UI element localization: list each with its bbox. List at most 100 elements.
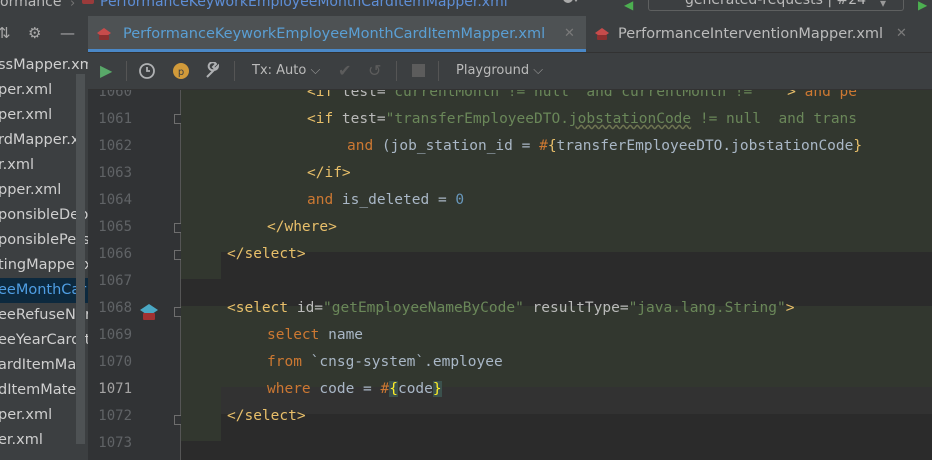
close-icon[interactable]: ✕ [564, 16, 575, 52]
top-navigation-bar: ormance › PerformanceKeyworkEmployeeMont… [0, 0, 932, 16]
stop-icon[interactable] [412, 64, 425, 77]
toolbar-separator [396, 61, 397, 81]
xml-attribute-value: != null and trans [691, 111, 858, 127]
project-tree-item[interactable]: ardItemMat [0, 353, 88, 378]
mapper-navigation-icon[interactable] [138, 302, 160, 322]
project-tree-item[interactable]: ponsiblePers [0, 228, 88, 253]
param-marker: # [380, 381, 390, 397]
param-expression: code [397, 381, 433, 397]
minimize-icon[interactable]: — [60, 24, 75, 42]
query-toolbar: ▶ p Tx: Auto ⌵ ✔ ↺ Playground ⌵ [88, 53, 932, 90]
project-tree-item[interactable]: eeYearCardIt [0, 328, 88, 353]
project-tree-item[interactable]: er.xml [0, 428, 88, 453]
commit-icon[interactable]: ✔ [338, 53, 351, 89]
close-icon[interactable]: ✕ [896, 16, 907, 52]
project-tree-item[interactable]: rdMapper.x [0, 128, 88, 153]
sql-text: is_deleted = [333, 192, 456, 208]
xml-tag: > [787, 90, 796, 100]
xml-tag: <if [307, 111, 334, 127]
xml-attribute-value: "java.lang.String" [628, 300, 786, 316]
project-tree-item[interactable]: dItemMateri [0, 378, 88, 403]
project-tree-item[interactable]: per.xml [0, 103, 88, 128]
sql-text: (job_station_id = [373, 138, 540, 154]
code-line-1060: <if test="currentMonth != null and curre… [181, 90, 932, 106]
run-configuration-select[interactable]: generated-requests | #24 [648, 0, 904, 11]
project-tree-item-label: ponsiblePers [0, 232, 88, 248]
user-account-icon[interactable] [560, 0, 582, 6]
settings-wrench-icon[interactable] [204, 62, 222, 80]
project-label[interactable]: ormance [0, 0, 61, 10]
line-number: 1063 [98, 165, 132, 181]
chevron-down-icon[interactable]: ▾ [880, 0, 886, 10]
gear-icon[interactable]: ⚙ [28, 24, 41, 42]
project-tree-item-label: er.xml [0, 432, 43, 448]
project-tree-item-label: ssMapper.xm [0, 57, 88, 73]
code-line-1069: select name [181, 322, 932, 349]
project-tree-item[interactable]: per.xml [0, 78, 88, 103]
matched-brace: } [432, 381, 442, 397]
line-number: 1073 [98, 435, 132, 451]
xml-attribute: test= [333, 90, 386, 100]
run-icon[interactable]: ▶ [918, 0, 927, 12]
xml-attribute-value: "getEmployeeNameByCode" [323, 300, 524, 316]
sql-keyword: and [347, 138, 374, 154]
code-line-1061: <if test="transferEmployeeDTO.jobstation… [181, 106, 932, 133]
project-tree-item[interactable]: eeMonthCar [0, 278, 88, 303]
code-line-1064: and is_deleted = 0 [181, 187, 932, 214]
project-tree-item[interactable]: eeRefuseNur [0, 303, 88, 328]
project-tree-item[interactable]: ssMapper.xm [0, 53, 88, 78]
project-tree-item[interactable]: pper.xml [0, 178, 88, 203]
transaction-mode-select[interactable]: Tx: Auto ⌵ [252, 53, 320, 89]
project-tree-item-label: rdMapper.x [0, 132, 80, 148]
project-tree-item-label: eeYearCardIt [0, 332, 88, 348]
project-tree-item[interactable]: r.xml [0, 153, 88, 178]
history-icon[interactable] [138, 62, 156, 80]
toolbar-separator [126, 61, 127, 81]
code-line-1065: </where> [181, 214, 932, 241]
project-tree-item[interactable]: per.xml [0, 403, 88, 428]
xml-attribute: id= [288, 300, 324, 316]
brace: { [547, 138, 557, 154]
mybatis-mapper-icon [595, 28, 609, 40]
toolbar-separator [234, 61, 235, 81]
project-tree-item[interactable]: tingMapper.x [0, 253, 88, 278]
breadcrumb-file[interactable]: PerformanceKeyworkEmployeeMonthCardItemM… [100, 0, 508, 10]
project-tree-item[interactable]: ponsibleDep [0, 203, 88, 228]
chevron-down-icon: ⌵ [533, 63, 544, 78]
tab-month-card-item-mapper[interactable]: PerformanceKeyworkEmployeeMonthCardItemM… [88, 16, 586, 52]
line-number: 1070 [98, 354, 132, 370]
project-tree-item-label: eeRefuseNur [0, 307, 88, 323]
toolbar-separator [438, 61, 439, 81]
sql-text: `cnsg-system`.employee [301, 354, 503, 370]
project-tree-item-label: eeMonthCar [0, 282, 87, 298]
sql-keyword: from [267, 354, 302, 370]
line-number: 1060 [98, 90, 132, 100]
chevron-down-icon: ⌵ [310, 63, 321, 78]
line-number: 1072 [98, 408, 132, 424]
project-tree-item-label: dItemMateri [0, 382, 87, 398]
parameters-icon[interactable]: p [172, 62, 190, 80]
playground-select[interactable]: Playground ⌵ [456, 53, 543, 89]
code-line-1070: from `cnsg-system`.employee [181, 349, 932, 376]
line-number: 1064 [98, 192, 132, 208]
editor-tab-bar: PerformanceKeyworkEmployeeMonthCardItemM… [88, 16, 932, 53]
project-scrollbar[interactable] [76, 74, 85, 444]
xml-attribute: resultType= [523, 300, 629, 316]
run-icon[interactable]: ▶ [100, 53, 112, 89]
line-number: 1067 [98, 273, 132, 289]
sql-text: code = [310, 381, 381, 397]
rollback-icon[interactable]: ↺ [368, 53, 381, 89]
code-line-1071: where code = #{code} [181, 376, 932, 403]
back-arrow-icon[interactable]: ◀ [624, 0, 633, 12]
code-line-1063: </if> [181, 160, 932, 187]
collapse-icon[interactable]: ⇅ [0, 24, 11, 42]
tab-intervention-mapper[interactable]: PerformanceInterventionMapper.xml ✕ [586, 16, 932, 52]
code-editor[interactable]: 1060 1061 1062 1063 1064 1065 1066 1067 1068 1069… [88, 90, 932, 460]
line-number: 1068 [98, 300, 132, 316]
sql-keyword: where [267, 381, 311, 397]
project-panel: ⇅ ⚙ — ssMapper.xm per.xml per.xml rdMapper.… [0, 16, 88, 460]
project-tree-item-label: tingMapper.x [0, 257, 88, 273]
project-tree-item-label: ponsibleDep [0, 207, 88, 223]
code-line-1066: </select> [181, 241, 932, 268]
project-tree-item-label: per.xml [0, 82, 53, 98]
